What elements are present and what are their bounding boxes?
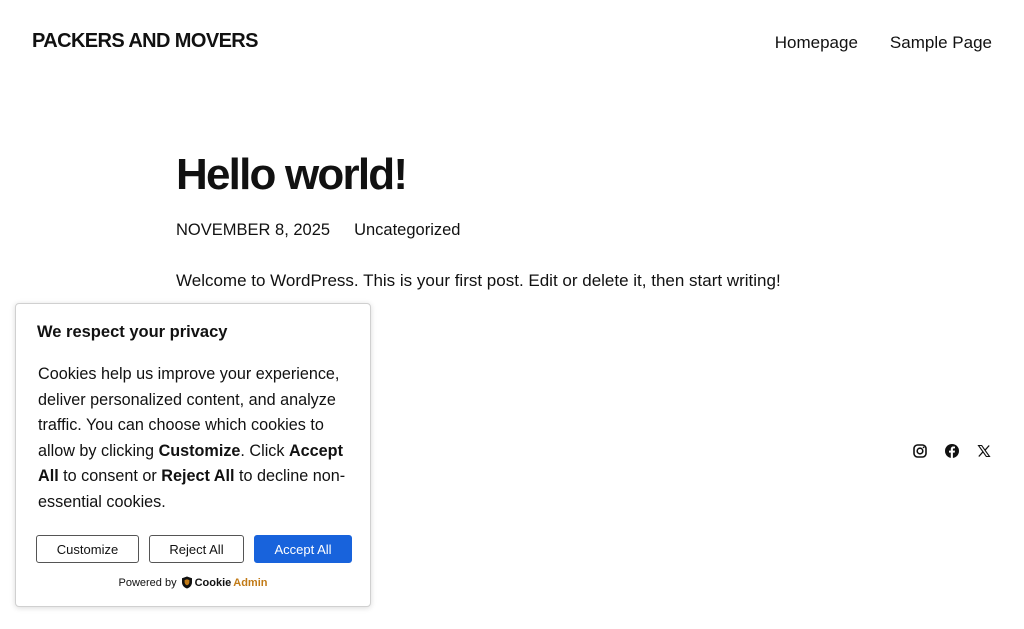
cookie-consent-banner: We respect your privacy Cookies help us … — [15, 303, 371, 607]
page: PACKERS AND MOVERS Homepage Sample Page … — [0, 0, 1024, 629]
powered-by: Powered by Cookie Admin — [16, 576, 370, 589]
cookie-text-part: to consent or — [58, 467, 162, 486]
cookie-text-bold: Customize — [158, 441, 241, 460]
accept-all-button[interactable]: Accept All — [254, 535, 352, 563]
social-links — [912, 443, 992, 459]
post-category-link[interactable]: Uncategorized — [354, 221, 460, 240]
brand-text-cookie: Cookie — [194, 576, 232, 589]
post-body: Welcome to WordPress. This is your first… — [176, 271, 781, 290]
cookie-text-bold: Reject All — [161, 467, 235, 486]
main-nav: Homepage Sample Page — [775, 33, 992, 53]
facebook-icon[interactable] — [944, 443, 960, 459]
cookieadmin-logo[interactable]: Cookie Admin — [181, 576, 268, 589]
brand-text-admin: Admin — [233, 576, 268, 589]
instagram-icon[interactable] — [912, 443, 928, 459]
powered-by-label: Powered by — [118, 576, 177, 589]
cookie-title: We respect your privacy — [37, 323, 228, 341]
post-meta: NOVEMBER 8, 2025 Uncategorized — [176, 221, 460, 240]
shield-icon — [181, 576, 193, 589]
reject-all-button[interactable]: Reject All — [149, 535, 244, 563]
customize-button[interactable]: Customize — [36, 535, 139, 563]
nav-item-homepage[interactable]: Homepage — [775, 33, 858, 53]
site-title[interactable]: PACKERS AND MOVERS — [32, 30, 258, 53]
nav-item-sample-page[interactable]: Sample Page — [890, 33, 992, 53]
post-title: Hello world! — [176, 150, 408, 199]
cookie-description: Cookies help us improve your experience,… — [38, 362, 358, 516]
post-date: NOVEMBER 8, 2025 — [176, 221, 331, 239]
cookie-text-part: . Click — [240, 441, 289, 460]
x-icon[interactable] — [976, 443, 992, 459]
